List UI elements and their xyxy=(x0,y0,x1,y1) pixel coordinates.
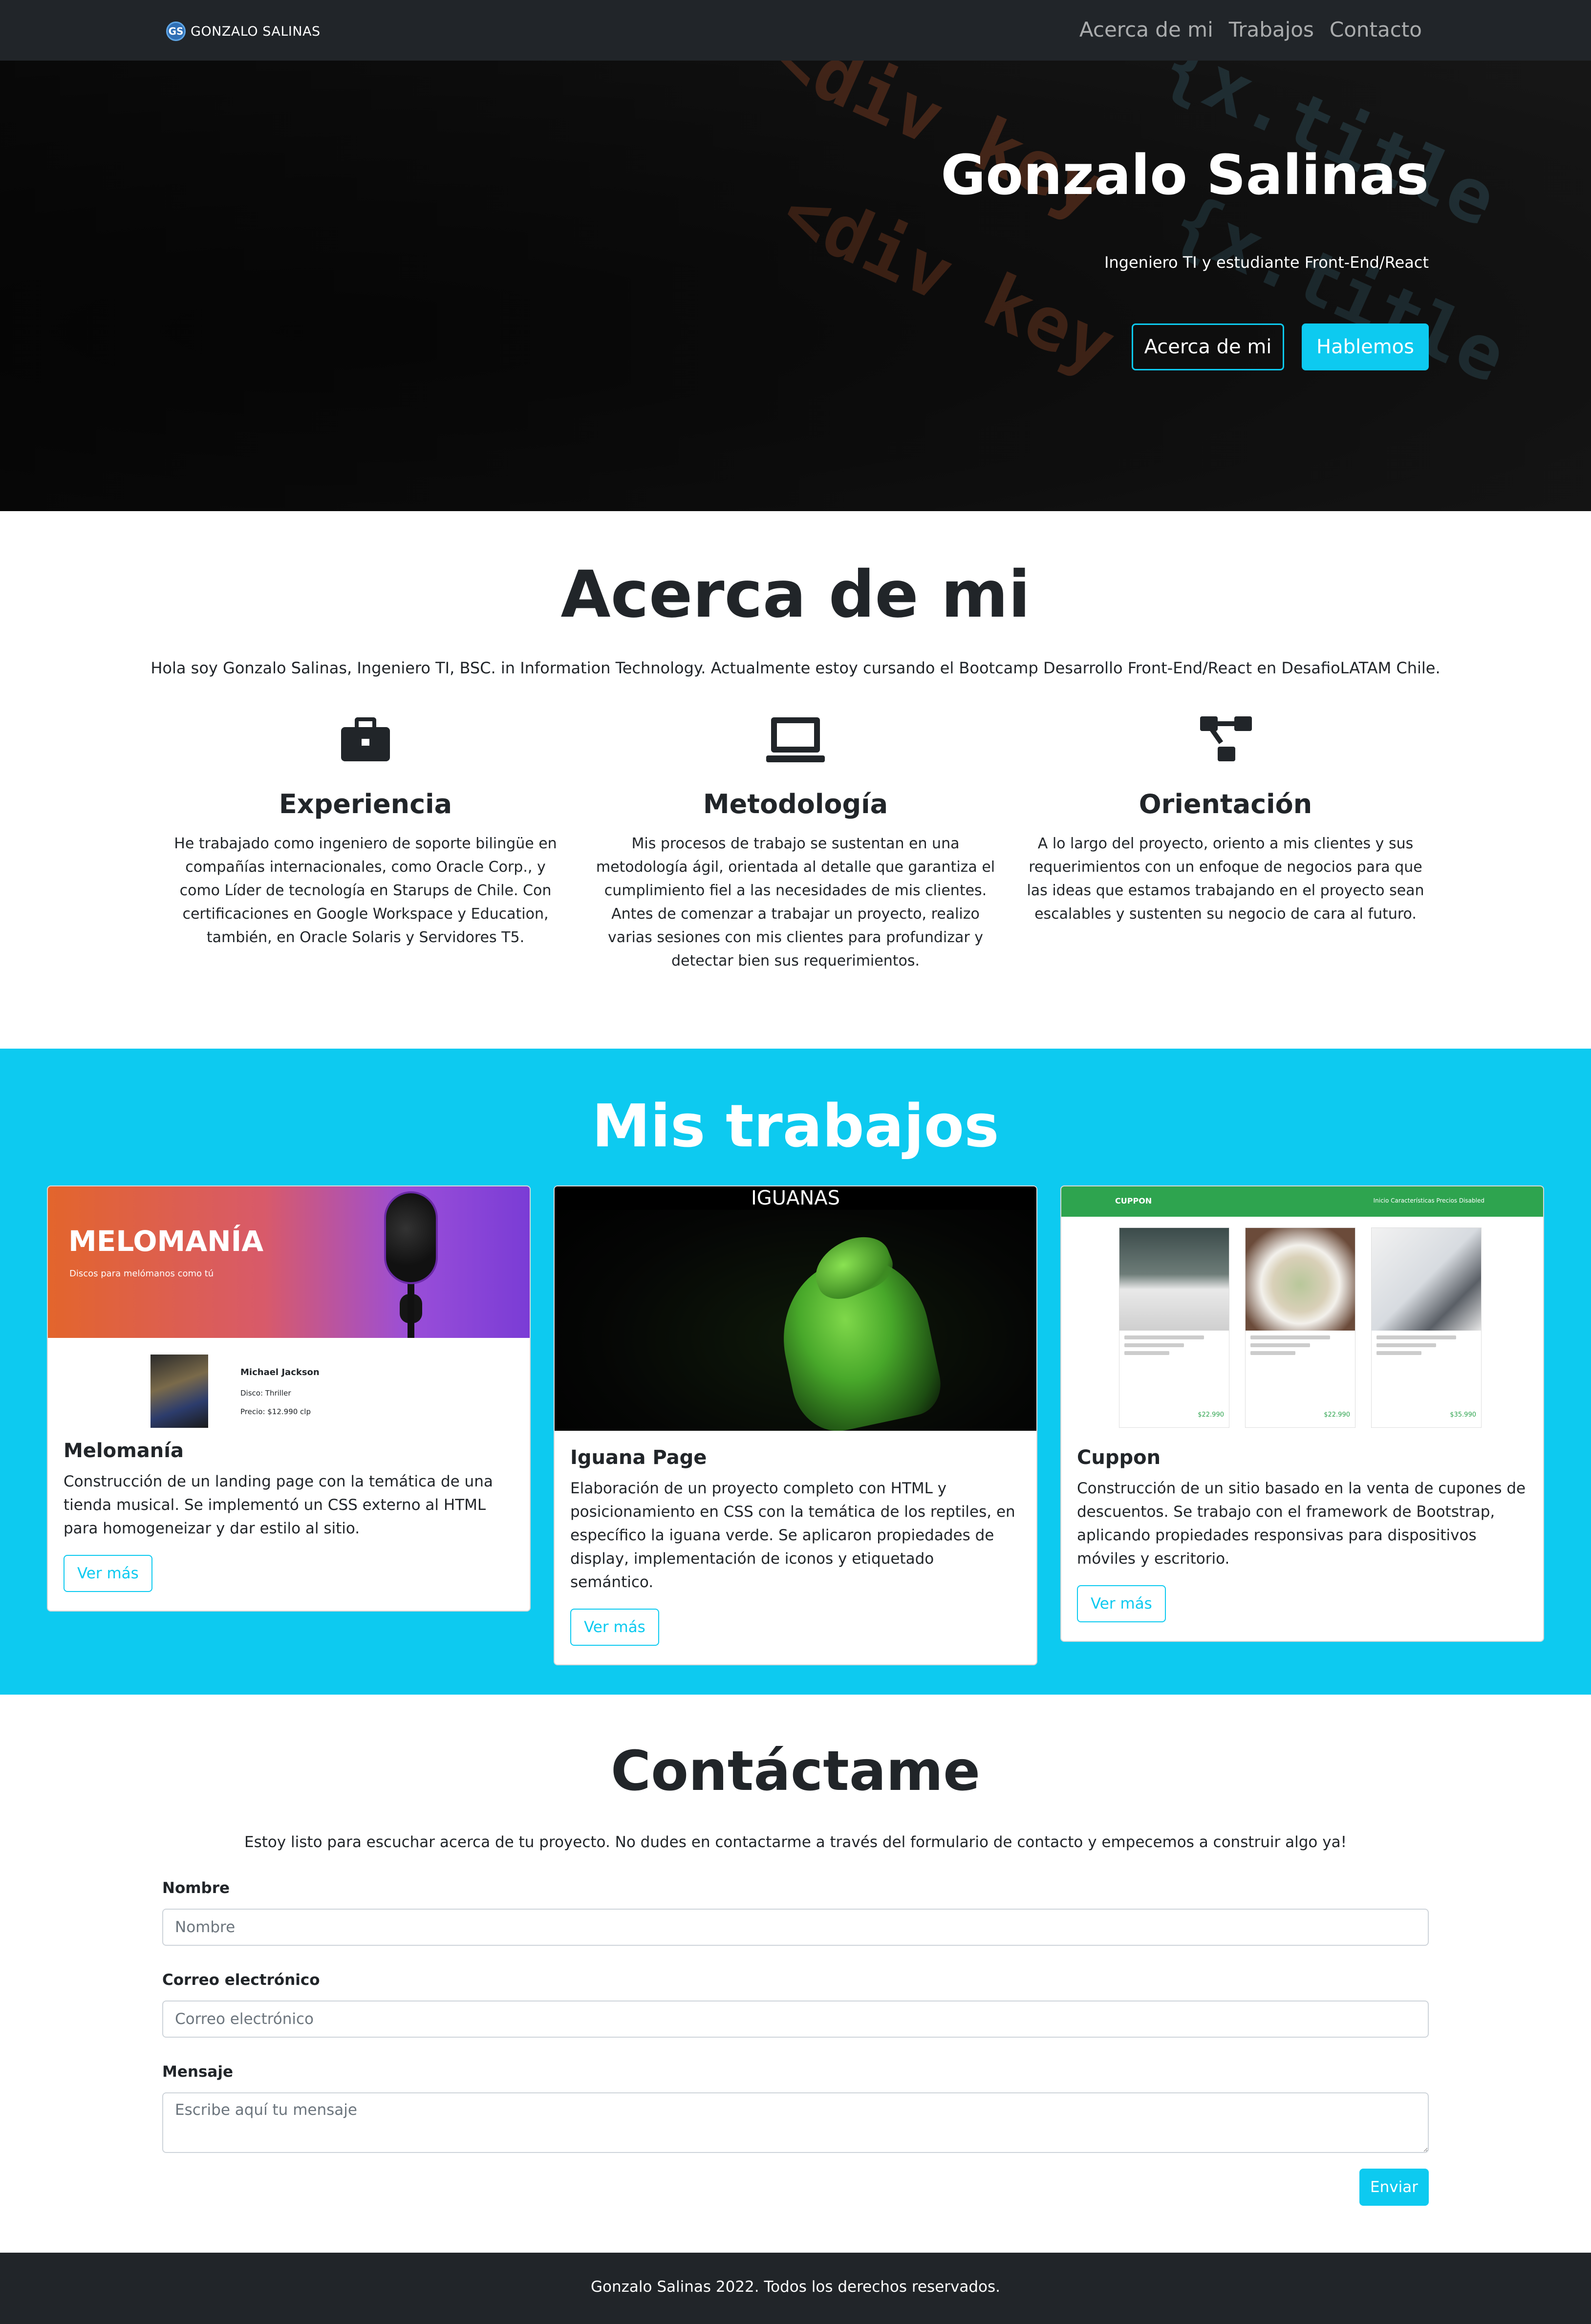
work-card-melomania: MELOMANÍA Discos para melómanos como tú … xyxy=(47,1185,531,1612)
card-title: Cuppon xyxy=(1077,1446,1161,1469)
hero-subtitle: Ingeniero TI y estudiante Front-End/Reac… xyxy=(1104,253,1429,272)
nav-link-contact[interactable]: Contacto xyxy=(1330,17,1422,43)
message-label: Mensaje xyxy=(162,2063,233,2081)
card-text: Elaboración de un proyecto completo con … xyxy=(570,1480,1015,1591)
album-cover xyxy=(150,1355,208,1428)
send-button[interactable]: Enviar xyxy=(1359,2169,1429,2206)
iguana-heading: IGUANAS xyxy=(555,1186,1036,1210)
work-card-iguana: IGUANAS Iguana Page Elaboración de un pr… xyxy=(554,1185,1037,1665)
see-more-button[interactable]: Ver más xyxy=(1077,1585,1166,1622)
email-field[interactable] xyxy=(162,2001,1429,2038)
work-card-cuppon: CUPPON Inicio Características Precios Di… xyxy=(1060,1185,1544,1642)
briefcase-icon xyxy=(336,713,395,767)
card-text: Construcción de un sitio basado en la ve… xyxy=(1077,1480,1526,1568)
feature-orientation: Orientación A lo largo del proyecto, ori… xyxy=(1025,713,1426,926)
feature-title: Metodología xyxy=(703,789,888,819)
cuppon-navbar: CUPPON Inicio Características Precios Di… xyxy=(1061,1186,1543,1217)
hero-title: Gonzalo Salinas xyxy=(941,144,1429,207)
cuppon-price: $35.990 xyxy=(1450,1411,1476,1419)
hero-section: <div key <div key {x.title {x.title Gonz… xyxy=(0,61,1591,511)
nav-link-about[interactable]: Acerca de mi xyxy=(1079,17,1213,43)
card-image: CUPPON Inicio Características Precios Di… xyxy=(1061,1186,1543,1431)
name-label: Nombre xyxy=(162,1879,230,1897)
nav-links: Acerca de mi Trabajos Contacto xyxy=(1079,17,1422,43)
melomania-banner xyxy=(48,1186,530,1338)
feature-text: He trabajado como ingeniero de soporte b… xyxy=(174,835,557,946)
cuppon-price: $22.990 xyxy=(1324,1411,1350,1419)
melomania-tagline: Discos para melómanos como tú xyxy=(69,1269,214,1279)
feature-text: Mis procesos de trabajo se sustentan en … xyxy=(596,835,995,969)
see-more-button[interactable]: Ver más xyxy=(64,1555,152,1592)
feature-title: Orientación xyxy=(1139,789,1312,819)
works-section: Mis trabajos MELOMANÍA Discos para melóm… xyxy=(0,1049,1591,1695)
card-image: IGUANAS xyxy=(555,1186,1036,1431)
cuppon-price: $22.990 xyxy=(1198,1411,1224,1419)
about-intro: Hola soy Gonzalo Salinas, Ingeniero TI, … xyxy=(150,659,1440,677)
hero-overlay xyxy=(0,61,1591,511)
contact-title: Contáctame xyxy=(610,1740,981,1803)
name-field[interactable] xyxy=(162,1909,1429,1946)
about-button[interactable]: Acerca de mi xyxy=(1132,323,1284,370)
nav-link-works[interactable]: Trabajos xyxy=(1229,17,1314,43)
footer-text: Gonzalo Salinas 2022. Todos los derechos… xyxy=(591,2278,1000,2296)
album-artist: Michael Jackson xyxy=(240,1367,320,1377)
album-disc: Disco: Thriller xyxy=(240,1389,291,1398)
talk-button[interactable]: Hablemos xyxy=(1302,323,1429,370)
about-title: Acerca de mi xyxy=(560,557,1031,632)
feature-experience: Experiencia He trabajado como ingeniero … xyxy=(165,713,566,949)
cuppon-links: Inicio Características Precios Disabled xyxy=(1373,1197,1484,1204)
laptop-icon xyxy=(766,713,825,767)
email-label: Correo electrónico xyxy=(162,1971,320,1989)
contact-intro: Estoy listo para escuchar acerca de tu p… xyxy=(244,1833,1347,1851)
card-image: MELOMANÍA Discos para melómanos como tú … xyxy=(48,1186,530,1431)
card-text: Construcción de un landing page con la t… xyxy=(64,1473,493,1537)
card-title: Melomanía xyxy=(64,1440,184,1462)
hero-buttons: Acerca de mi Hablemos xyxy=(1132,323,1429,370)
diagram-icon xyxy=(1196,713,1255,767)
cuppon-tile: $22.990 xyxy=(1245,1227,1355,1428)
brand-link[interactable]: GS GONZALO SALINAS xyxy=(166,22,321,41)
message-textarea[interactable] xyxy=(162,2092,1429,2153)
see-more-button[interactable]: Ver más xyxy=(570,1609,659,1646)
album-price: Precio: $12.990 clp xyxy=(240,1407,311,1416)
brand-name: GONZALO SALINAS xyxy=(191,23,321,39)
cuppon-tile: $35.990 xyxy=(1371,1227,1482,1428)
brand-logo-icon: GS xyxy=(166,22,186,41)
cuppon-tile: $22.990 xyxy=(1119,1227,1229,1428)
card-title: Iguana Page xyxy=(570,1446,707,1469)
feature-methodology: Metodología Mis procesos de trabajo se s… xyxy=(595,713,996,973)
cuppon-brand: CUPPON xyxy=(1115,1196,1152,1205)
feature-text: A lo largo del proyecto, oriento a mis c… xyxy=(1027,835,1424,923)
footer: Gonzalo Salinas 2022. Todos los derechos… xyxy=(0,2253,1591,2324)
works-title: Mis trabajos xyxy=(592,1093,999,1161)
melomania-logo: MELOMANÍA xyxy=(68,1225,264,1258)
navbar: GS GONZALO SALINAS Acerca de mi Trabajos… xyxy=(0,0,1591,61)
feature-title: Experiencia xyxy=(279,789,452,819)
